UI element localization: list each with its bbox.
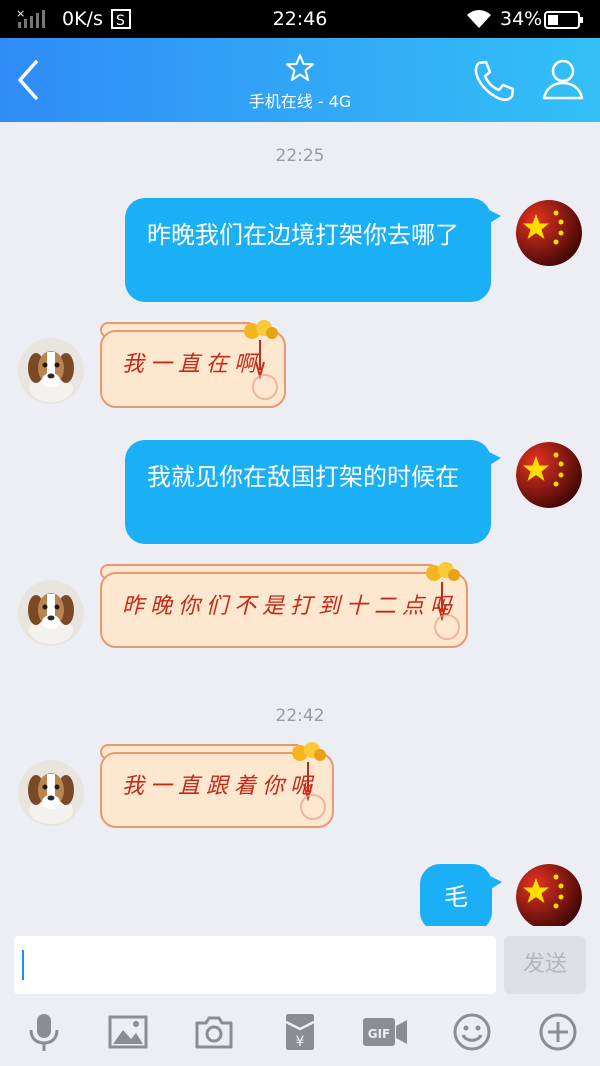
my-avatar[interactable] [516, 200, 582, 266]
outgoing-message[interactable]: 毛 [420, 864, 502, 932]
battery-icon [544, 11, 583, 29]
text-caret [22, 950, 24, 980]
beagle-avatar-icon [18, 760, 84, 826]
chat-header: 手机在线 - 4G [0, 38, 600, 122]
star-icon[interactable] [284, 52, 316, 84]
message-input[interactable] [14, 936, 496, 994]
outgoing-message[interactable]: 我就见你在敌国打架的时候在 [125, 440, 501, 544]
incoming-message[interactable]: 昨晚你们不是打到十二点吗 [100, 562, 468, 648]
beagle-avatar-icon [18, 580, 84, 646]
image-icon[interactable] [108, 1012, 148, 1052]
contact-icon[interactable] [540, 56, 586, 102]
svg-text:GIF: GIF [368, 1027, 391, 1041]
incoming-message[interactable]: 我一直跟着你呢 [100, 742, 334, 828]
contact-avatar[interactable] [18, 580, 84, 646]
camera-icon[interactable] [194, 1012, 234, 1052]
china-flag-icon [516, 200, 582, 266]
china-flag-icon [516, 442, 582, 508]
message-timestamp: 22:25 [275, 146, 325, 166]
my-avatar[interactable] [516, 442, 582, 508]
scroll-message-text: 我一直跟着你呢 [122, 774, 319, 799]
my-avatar[interactable] [516, 864, 582, 930]
incoming-message[interactable]: 我一直在啊 [100, 320, 286, 408]
red-packet-icon[interactable]: ¥ [280, 1012, 320, 1052]
contact-avatar[interactable] [18, 338, 84, 404]
send-button[interactable]: 发送 [504, 936, 586, 994]
beagle-avatar-icon [18, 338, 84, 404]
status-bar: × 0K/s S 22:46 34% [0, 0, 600, 38]
svg-text:¥: ¥ [296, 1034, 305, 1050]
scroll-message-text: 昨晚你们不是打到十二点吗 [122, 594, 459, 619]
phone-icon[interactable] [470, 58, 518, 104]
wifi-icon [467, 10, 491, 28]
message-timestamp: 22:42 [275, 706, 325, 726]
scroll-message-text: 我一直在啊 [122, 352, 263, 377]
plus-icon[interactable] [538, 1012, 578, 1052]
outgoing-message[interactable]: 昨晚我们在边境打架你去哪了 [125, 198, 501, 302]
battery-percent: 34% [500, 8, 543, 30]
gif-icon[interactable]: GIF [362, 1012, 408, 1052]
input-bar: 发送 ¥ GIF [0, 926, 600, 1066]
china-flag-icon [516, 864, 582, 930]
emoji-icon[interactable] [452, 1012, 492, 1052]
contact-avatar[interactable] [18, 760, 84, 826]
microphone-icon[interactable] [24, 1012, 64, 1052]
